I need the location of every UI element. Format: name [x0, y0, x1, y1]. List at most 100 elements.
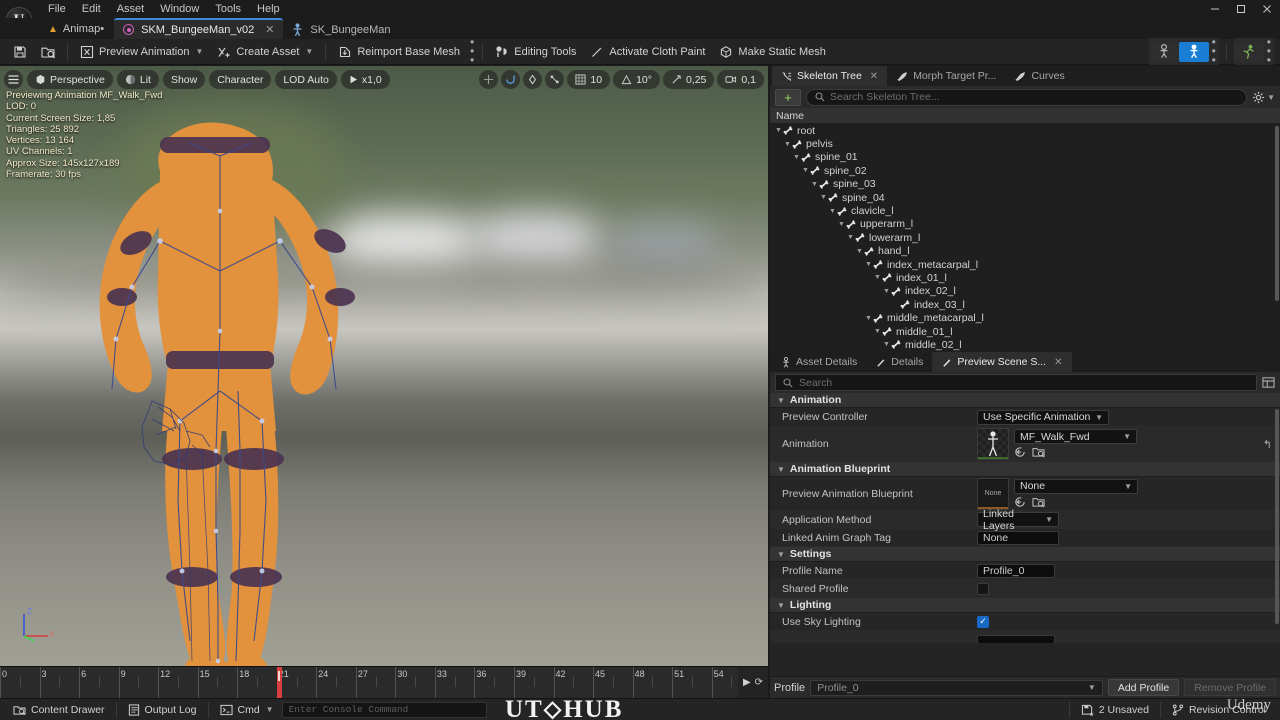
- skeleton-bone-tree[interactable]: ▼ root ▼ pelvis ▼ spine_01 ▼ spine_02 ▼ spine_03 ▼…: [770, 124, 1280, 352]
- expand-arrow-icon[interactable]: ▼: [873, 328, 882, 335]
- expand-arrow-icon[interactable]: ▼: [864, 315, 873, 322]
- menu-file[interactable]: File: [40, 0, 74, 18]
- scale-snap-control[interactable]: 0,25: [662, 70, 715, 89]
- bone-row[interactable]: ▼ root: [770, 124, 1280, 137]
- browse-to-asset-icon[interactable]: [1032, 446, 1045, 459]
- mode-animation-button[interactable]: [1233, 41, 1264, 62]
- close-icon[interactable]: ✕: [870, 71, 878, 82]
- show-menu[interactable]: Show: [162, 70, 206, 89]
- menu-window[interactable]: Window: [152, 0, 207, 18]
- tab-curves[interactable]: Curves: [1005, 66, 1073, 86]
- console-command-input[interactable]: Enter Console Command: [281, 701, 487, 718]
- view-mode-perspective[interactable]: Perspective: [27, 70, 113, 89]
- grid-snap-control[interactable]: 10: [567, 70, 611, 89]
- reimport-base-mesh-button[interactable]: Reimport Base Mesh: [331, 41, 467, 63]
- blueprint-thumbnail[interactable]: None: [977, 477, 1009, 510]
- expand-arrow-icon[interactable]: ▼: [801, 167, 810, 174]
- save-button[interactable]: [6, 41, 34, 63]
- timeline-ruler[interactable]: 0 3 6 9 12 15 18 21 24 27 30 33 36 39 42 45 48 51 54: [0, 667, 738, 698]
- bone-row[interactable]: ▼ middle_01_l: [770, 325, 1280, 338]
- activate-cloth-paint-button[interactable]: Activate Cloth Paint: [583, 41, 712, 63]
- tab-details[interactable]: Details: [866, 352, 932, 372]
- bone-row[interactable]: ▼ pelvis: [770, 137, 1280, 150]
- surface-snap-icon[interactable]: [523, 70, 543, 89]
- mode-mesh-button[interactable]: [1178, 41, 1209, 62]
- close-button[interactable]: [1254, 0, 1280, 18]
- project-tab[interactable]: ▲ Animap•: [44, 20, 114, 39]
- vertex-snap-icon[interactable]: [545, 70, 565, 89]
- mesh-mode-kebab[interactable]: • • •: [1209, 36, 1219, 66]
- use-selected-asset-icon[interactable]: [1014, 446, 1027, 459]
- mode-skeleton-button[interactable]: [1148, 41, 1179, 62]
- browse-to-asset-button[interactable]: [34, 41, 62, 63]
- tab-skm-bungeeman-v02[interactable]: SKM_BungeeMan_v02 ✕: [114, 18, 284, 39]
- bone-row[interactable]: ▼ index_metacarpal_l: [770, 258, 1280, 271]
- close-icon[interactable]: ✕: [1054, 357, 1062, 368]
- maximize-button[interactable]: [1228, 0, 1254, 18]
- section-header-animation[interactable]: ▼ Animation: [770, 393, 1280, 408]
- menu-tools[interactable]: Tools: [207, 0, 249, 18]
- partial-field[interactable]: [977, 634, 1055, 643]
- loop-icon[interactable]: ⟳: [755, 677, 763, 688]
- expand-arrow-icon[interactable]: ▼: [783, 141, 792, 148]
- tab-morph-target-preview[interactable]: Morph Target Pr...: [887, 66, 1005, 86]
- make-static-mesh-button[interactable]: Make Static Mesh: [712, 41, 832, 63]
- expand-arrow-icon[interactable]: ▼: [837, 221, 846, 228]
- expand-arrow-icon[interactable]: ▼: [882, 341, 891, 348]
- profile-dropdown[interactable]: Profile_0 ▼: [810, 679, 1103, 696]
- bone-row[interactable]: ▼ spine_01: [770, 151, 1280, 164]
- tab-preview-scene-settings[interactable]: Preview Scene S... ✕: [932, 352, 1072, 372]
- create-asset-button[interactable]: Create Asset ▼: [210, 41, 320, 63]
- expand-arrow-icon[interactable]: ▼: [792, 154, 801, 161]
- expand-arrow-icon[interactable]: ▼: [855, 248, 864, 255]
- preview-controller-dropdown[interactable]: Use Specific Animation ▼: [977, 409, 1109, 425]
- bone-row[interactable]: ▼ middle_metacarpal_l: [770, 311, 1280, 324]
- unsaved-button[interactable]: 2 Unsaved: [1073, 701, 1157, 719]
- details-search-input[interactable]: Search: [775, 374, 1257, 391]
- details-properties-body[interactable]: ▼ Animation Preview Controller Use Speci…: [770, 393, 1280, 643]
- timeline-playhead[interactable]: [276, 667, 282, 698]
- output-log-button[interactable]: Output Log: [120, 701, 205, 719]
- animation-mode-kebab[interactable]: • • •: [1264, 36, 1274, 66]
- search-skeleton-tree-input[interactable]: Search Skeleton Tree...: [806, 88, 1248, 106]
- expand-arrow-icon[interactable]: ▼: [819, 194, 828, 201]
- close-icon[interactable]: ✕: [265, 23, 274, 36]
- rotate-snap-toggle-icon[interactable]: [501, 70, 521, 89]
- angle-snap-control[interactable]: 10°: [613, 70, 660, 89]
- section-header-settings[interactable]: ▼ Settings: [770, 547, 1280, 562]
- reset-to-default-icon[interactable]: ↰: [1263, 438, 1272, 451]
- expand-arrow-icon[interactable]: ▼: [828, 208, 837, 215]
- view-mode-lit[interactable]: Lit: [116, 70, 159, 89]
- expand-arrow-icon[interactable]: ▼: [882, 288, 891, 295]
- add-profile-button[interactable]: Add Profile: [1107, 679, 1180, 696]
- skeleton-settings-button[interactable]: ▼: [1252, 91, 1275, 104]
- section-header-animation-blueprint[interactable]: ▼ Animation Blueprint: [770, 462, 1280, 477]
- expand-arrow-icon[interactable]: ▼: [846, 234, 855, 241]
- use-sky-lighting-checkbox[interactable]: ✓: [977, 615, 989, 628]
- add-bone-button[interactable]: +: [775, 88, 801, 106]
- profile-name-input[interactable]: Profile_0: [977, 563, 1055, 578]
- expand-arrow-icon[interactable]: ▼: [873, 274, 882, 281]
- menu-help[interactable]: Help: [249, 0, 288, 18]
- menu-edit[interactable]: Edit: [74, 0, 109, 18]
- expand-arrow-icon[interactable]: ▼: [810, 181, 819, 188]
- bone-row[interactable]: ▼ spine_03: [770, 178, 1280, 191]
- expand-arrow-icon[interactable]: ▼: [864, 261, 873, 268]
- content-drawer-button[interactable]: Content Drawer: [5, 701, 113, 719]
- bone-row[interactable]: ▼ spine_02: [770, 164, 1280, 177]
- minimize-button[interactable]: [1202, 0, 1228, 18]
- application-method-dropdown[interactable]: Linked Layers ▼: [977, 508, 1059, 532]
- bone-row[interactable]: ▼ index_02_l: [770, 285, 1280, 298]
- menu-asset[interactable]: Asset: [109, 0, 153, 18]
- preview-animation-button[interactable]: Preview Animation ▼: [73, 41, 210, 63]
- bone-row[interactable]: ▼ clavicle_l: [770, 204, 1280, 217]
- section-header-lighting[interactable]: ▼ Lighting: [770, 598, 1280, 613]
- camera-speed-control[interactable]: 0,1: [717, 70, 764, 89]
- playback-speed[interactable]: x1,0: [340, 70, 390, 89]
- shared-profile-checkbox[interactable]: [977, 582, 989, 595]
- tab-skeleton-tree[interactable]: Skeleton Tree ✕: [772, 66, 888, 86]
- viewport[interactable]: Perspective Lit Show Character LOD Auto: [0, 66, 768, 666]
- tab-asset-details[interactable]: Asset Details: [772, 352, 866, 372]
- lod-menu[interactable]: LOD Auto: [275, 70, 337, 89]
- cmd-button[interactable]: Cmd ▼: [212, 701, 282, 719]
